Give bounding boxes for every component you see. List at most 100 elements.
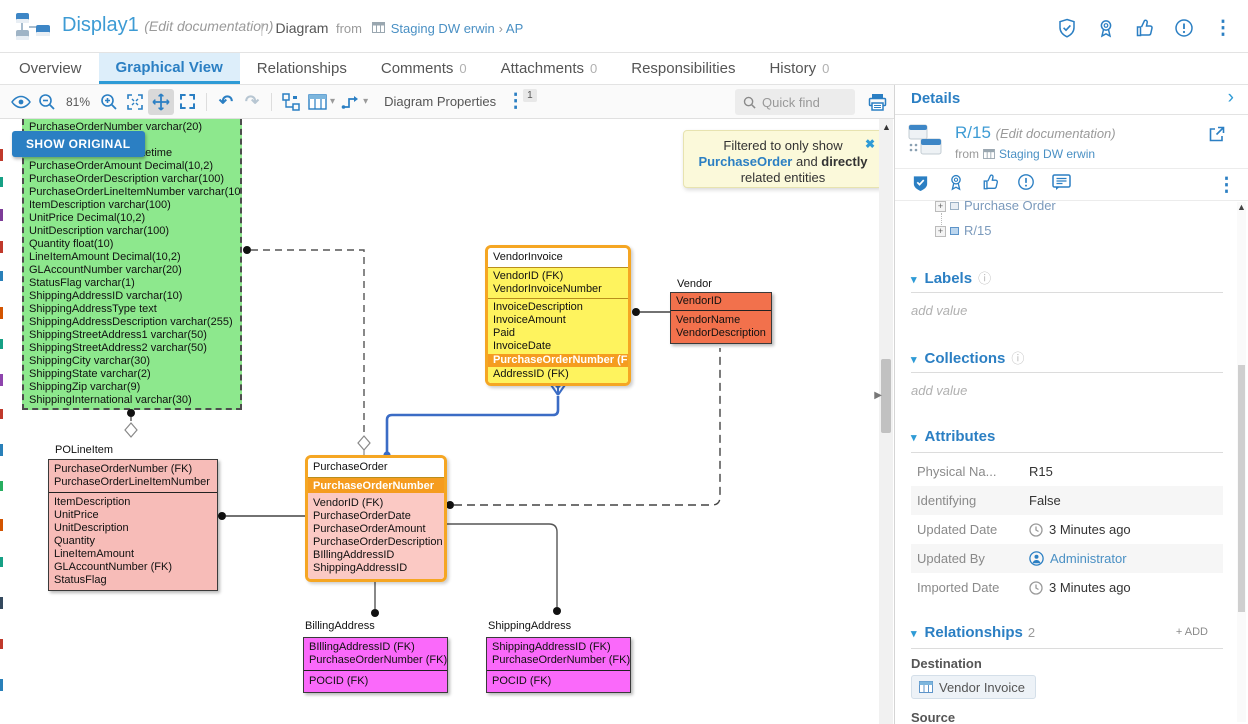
entity-attribute-row: UnitPrice [49, 509, 217, 522]
entity-polineitem[interactable]: PurchaseOrderNumber (FK)PurchaseOrderLin… [48, 459, 218, 591]
diagram-toolbar: 81% ↶ ↷ ▾ ▾ Diagram Properties ⋮ 1 Quick… [0, 85, 894, 119]
pan-icon[interactable] [148, 89, 174, 115]
entity-attribute-row: PurchaseOrderDate [308, 510, 444, 523]
section-collections[interactable]: ▾Collectionsⓘ [911, 348, 1024, 367]
details-scrollbar[interactable]: ▲ [1237, 202, 1246, 722]
highlighted-key-row[interactable]: PurchaseOrderNumber [308, 477, 444, 493]
search-input[interactable]: Quick find [735, 89, 855, 115]
info-icon: ⓘ [978, 271, 991, 286]
table-view-icon[interactable] [304, 89, 330, 115]
award-icon[interactable] [947, 173, 965, 196]
tab-strip: Overview Graphical View Relationships Co… [0, 53, 1248, 85]
edit-documentation-hint[interactable]: (Edit documentation) [996, 126, 1116, 141]
labels-add-value[interactable]: add value [911, 303, 967, 318]
clock-icon [1029, 581, 1043, 595]
comment-icon[interactable] [1052, 174, 1071, 196]
breadcrumb-model-link[interactable]: Staging DW erwin [391, 21, 495, 36]
scroll-up-icon[interactable]: ▲ [882, 122, 891, 132]
entity-attribute-row: ShippingCity varchar(30) [24, 355, 240, 368]
show-original-button[interactable]: SHOW ORIGINAL [12, 131, 145, 157]
verified-shield-icon[interactable] [911, 173, 930, 197]
chevron-down-icon[interactable]: ▾ [363, 96, 368, 107]
entity-attribute-row: UnitDescription varchar(100) [24, 225, 240, 238]
entity-pair-icon [907, 123, 945, 162]
diagram-canvas[interactable]: PurchaseOrderNumber varchar(20)VendorID … [0, 119, 894, 724]
info-icon: ⓘ [1011, 351, 1024, 366]
entity-key-row: ShippingAddressID (FK) [487, 641, 630, 654]
entity-attribute-row: POCID (FK) [487, 675, 630, 688]
redo-icon[interactable]: ↷ [239, 89, 265, 115]
entity-title-shippingaddress: ShippingAddress [488, 620, 571, 632]
entity-purchaseorder[interactable]: PurchaseOrder PurchaseOrderNumber Vendor… [305, 455, 447, 582]
open-external-icon[interactable] [1207, 125, 1226, 149]
zoom-in-icon[interactable] [96, 89, 122, 115]
alert-icon[interactable] [1173, 17, 1195, 39]
tab-attachments[interactable]: Attachments0 [484, 53, 615, 84]
entity-merged-purchaseorder-green[interactable]: PurchaseOrderNumber varchar(20)VendorID … [22, 119, 242, 410]
marquee-select-icon[interactable] [174, 89, 200, 115]
tab-comments[interactable]: Comments0 [364, 53, 484, 84]
tree-item-purchase-order[interactable]: +Purchase Order [935, 198, 1056, 213]
section-relationships[interactable]: ▾Relationships2 [911, 624, 1035, 641]
panel-collapse-handle-icon[interactable]: ▶ [874, 390, 882, 401]
destination-entity-chip[interactable]: Vendor Invoice [911, 675, 1036, 699]
tab-overview[interactable]: Overview [2, 53, 99, 84]
like-icon[interactable] [1134, 17, 1156, 39]
entity-key-row: PurchaseOrderNumber (FK) [49, 463, 217, 476]
entity-attribute-row: VendorName [671, 314, 771, 327]
entity-attribute-row: ItemDescription [49, 496, 217, 509]
collapse-panel-icon[interactable]: › [1228, 87, 1234, 109]
verified-shield-icon[interactable] [1056, 17, 1078, 39]
model-table-icon [372, 22, 385, 33]
zoom-out-icon[interactable] [34, 89, 60, 115]
print-icon[interactable] [864, 89, 890, 115]
entity-title: PurchaseOrder [308, 458, 444, 477]
tab-responsibilities[interactable]: Responsibilities [614, 53, 752, 84]
entity-shippingaddress[interactable]: ShippingAddressID (FK)PurchaseOrderNumbe… [486, 637, 631, 693]
undo-icon[interactable]: ↶ [213, 89, 239, 115]
tab-relationships[interactable]: Relationships [240, 53, 364, 84]
highlighted-fk-row[interactable]: PurchaseOrderNumber (FK) [488, 354, 628, 367]
attr-row-physical-name: Physical Na...R15 [911, 457, 1223, 486]
tab-history[interactable]: History0 [752, 53, 846, 84]
section-labels[interactable]: ▾Labelsⓘ [911, 268, 991, 287]
tree-item-r15[interactable]: +R/15 [935, 223, 991, 238]
entity-attribute-row: PurchaseOrderAmount Decimal(10,2) [24, 160, 240, 173]
entity-vendorinvoice[interactable]: VendorInvoice VendorID (FK)VendorInvoice… [485, 245, 631, 386]
entity-attribute-row: ShippingState varchar(2) [24, 368, 240, 381]
add-relationship-button[interactable]: + ADD [1176, 626, 1208, 638]
search-icon [743, 96, 756, 109]
chevron-down-icon[interactable]: ▾ [330, 96, 335, 107]
scrollbar-thumb[interactable] [881, 359, 891, 433]
more-kebab-icon[interactable]: ⋮ [1217, 176, 1236, 195]
close-icon[interactable]: ✖ [865, 136, 875, 152]
eye-icon[interactable] [8, 89, 34, 115]
entity-title-polineitem: POLineItem [55, 444, 113, 456]
alert-icon[interactable] [1017, 173, 1035, 196]
section-attributes[interactable]: ▾Attributes [911, 428, 995, 445]
entity-attribute-row: Quantity float(10) [24, 238, 240, 251]
fit-screen-icon[interactable] [122, 89, 148, 115]
tree-expand-icon[interactable]: + [935, 201, 946, 212]
like-icon[interactable] [982, 173, 1000, 196]
filtered-entity-link[interactable]: PurchaseOrder [698, 154, 792, 169]
auto-layout-icon[interactable] [278, 89, 304, 115]
breadcrumb-area-link[interactable]: AP [506, 21, 523, 36]
more-kebab-icon[interactable]: ⋮ [1212, 17, 1234, 39]
award-icon[interactable] [1095, 17, 1117, 39]
scrollbar-thumb[interactable] [1238, 365, 1245, 612]
scroll-up-icon[interactable]: ▲ [1237, 202, 1246, 212]
diagram-properties-button[interactable]: Diagram Properties [384, 94, 496, 109]
collections-add-value[interactable]: add value [911, 383, 967, 398]
entity-attribute-row: InvoiceAmount [488, 314, 628, 327]
entity-vendor[interactable]: VendorID VendorNameVendorDescription [670, 292, 772, 344]
canvas-vertical-scrollbar[interactable]: ▲ [879, 119, 893, 724]
connector-style-icon[interactable] [337, 89, 363, 115]
tab-graphical-view[interactable]: Graphical View [99, 53, 240, 84]
source-model-link[interactable]: Staging DW erwin [999, 147, 1095, 161]
tree-expand-icon[interactable]: + [935, 226, 946, 237]
updated-by-link[interactable]: Administrator [1050, 551, 1127, 566]
entity-billingaddress[interactable]: BIllingAddressID (FK)PurchaseOrderNumber… [303, 637, 448, 693]
entity-title-vendor: Vendor [677, 278, 712, 290]
chevron-down-icon: ▾ [911, 274, 917, 286]
